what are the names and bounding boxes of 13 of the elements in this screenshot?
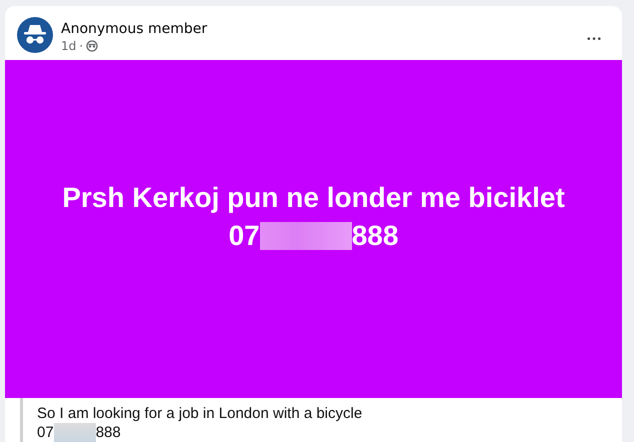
redaction-block xyxy=(54,423,96,442)
separator-dot: · xyxy=(79,39,84,53)
post-time[interactable]: 1d xyxy=(61,39,76,53)
post-text: Prsh Kerkoj pun ne londer me biciklet xyxy=(62,180,565,215)
author-name[interactable]: Anonymous member xyxy=(61,21,208,37)
translation-text: So I am looking for a job in London with a bicycle xyxy=(37,404,364,423)
phone-suffix: 888 xyxy=(96,423,121,442)
group-audience-icon xyxy=(86,40,98,52)
phone-suffix: 888 xyxy=(352,218,398,253)
phone-prefix: 07 xyxy=(228,218,260,253)
phone-prefix: 07 xyxy=(37,423,54,442)
more-options-button[interactable]: ••• xyxy=(586,35,602,45)
incognito-avatar-icon[interactable] xyxy=(17,17,53,53)
